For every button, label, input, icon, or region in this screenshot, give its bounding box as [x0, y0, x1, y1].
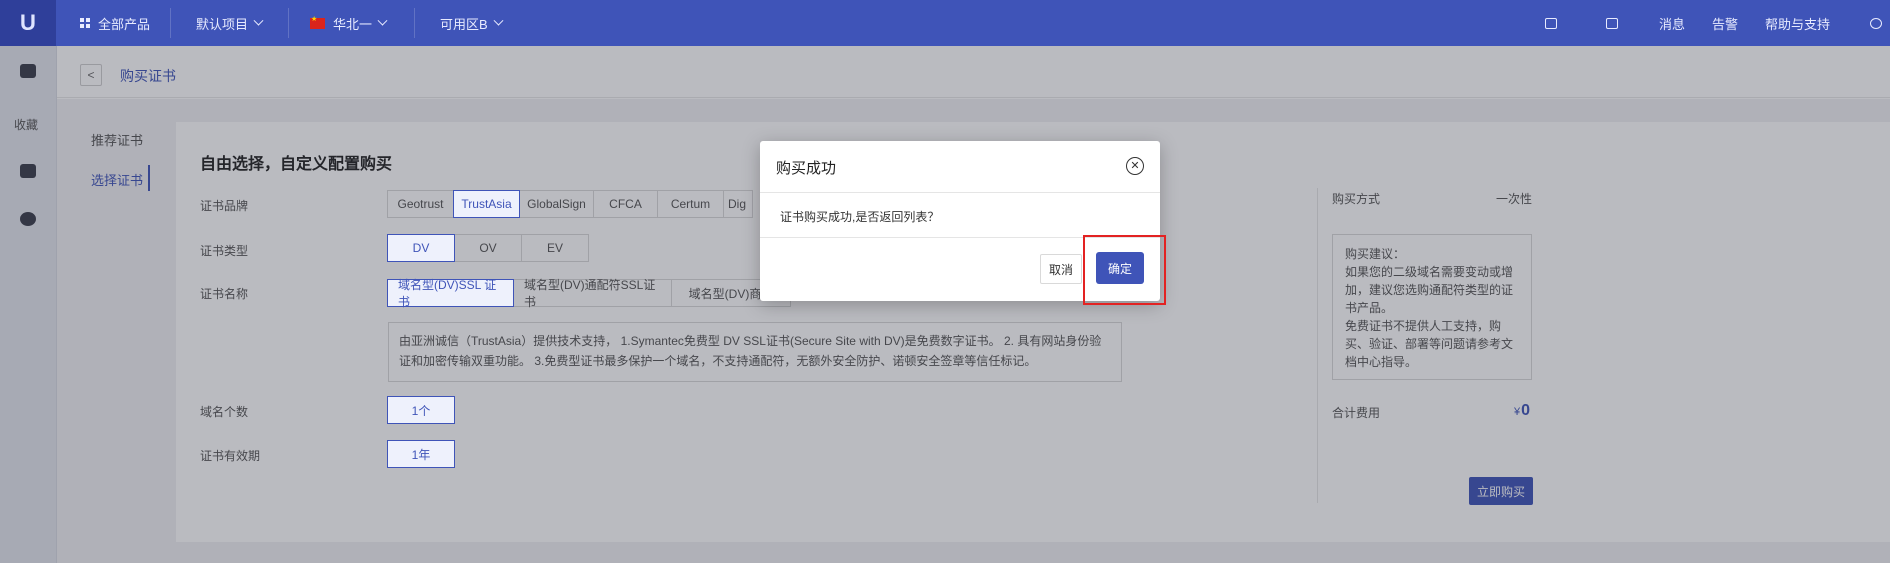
- close-icon[interactable]: ✕: [1126, 157, 1144, 175]
- dialog-body: 证书购买成功,是否返回列表？: [760, 193, 1160, 238]
- region-label: 华北一: [333, 16, 373, 32]
- dialog-header: 购买成功 ✕: [760, 141, 1160, 193]
- divider: [170, 8, 171, 38]
- divider: [288, 8, 289, 38]
- search-icon: [1545, 17, 1557, 29]
- messages-link[interactable]: 消息: [1659, 0, 1685, 46]
- name-option-selected[interactable]: 域名型(DV)SSL 证书: [387, 278, 514, 309]
- all-products-label: 全部产品: [98, 16, 151, 32]
- china-flag-icon: [310, 15, 325, 29]
- region-selector[interactable]: 华北一: [310, 0, 388, 46]
- terminal-button[interactable]: [1606, 0, 1618, 46]
- domain-count-options: 1个: [387, 396, 455, 424]
- type-option-selected[interactable]: DV: [387, 234, 455, 262]
- grid-icon: [80, 18, 90, 28]
- zone-label: 可用区B: [440, 16, 488, 32]
- divider: [414, 8, 415, 38]
- top-nav-bar: U 全部产品 默认项目 华北一 可用区B 消息 告警 帮助与支持: [0, 0, 1890, 46]
- cancel-button[interactable]: 取消: [1040, 254, 1082, 284]
- project-selector[interactable]: 默认项目: [196, 0, 264, 46]
- search-button[interactable]: [1545, 0, 1557, 46]
- alerts-link[interactable]: 告警: [1712, 0, 1738, 46]
- chevron-down-icon: [377, 15, 388, 26]
- dialog-message: 证书购买成功,是否返回列表？: [780, 210, 940, 224]
- modal-overlay[interactable]: [0, 46, 1890, 563]
- brand-logo[interactable]: U: [0, 0, 56, 46]
- user-menu[interactable]: [1870, 0, 1882, 46]
- validity-options: 1年: [387, 440, 455, 468]
- all-products-menu[interactable]: 全部产品: [80, 0, 150, 46]
- chevron-down-icon: [253, 15, 264, 26]
- brand-option-selected[interactable]: TrustAsia: [453, 190, 520, 218]
- zone-selector[interactable]: 可用区B: [440, 0, 504, 46]
- terminal-icon: [1606, 17, 1618, 29]
- validity-option-selected[interactable]: 1年: [387, 440, 455, 468]
- project-label: 默认项目: [196, 16, 249, 32]
- user-icon: [1870, 17, 1882, 29]
- dialog-title: 购买成功: [776, 160, 837, 177]
- domain-count-option-selected[interactable]: 1个: [387, 396, 455, 424]
- confirm-highlight-box: [1083, 235, 1166, 305]
- help-link[interactable]: 帮助与支持: [1765, 0, 1830, 46]
- chevron-down-icon: [493, 15, 504, 26]
